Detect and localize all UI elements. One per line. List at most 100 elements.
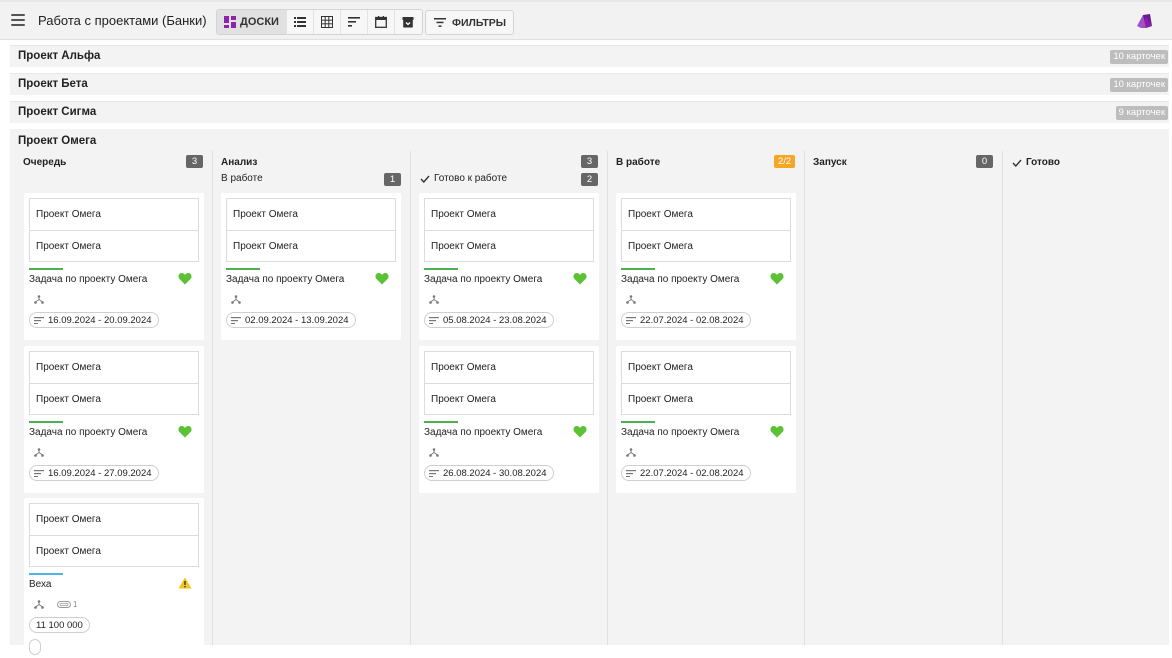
hierarchy-icon xyxy=(429,448,439,457)
green-heart-icon xyxy=(178,273,192,285)
column-queue: Очередь 3 Проект Омега Проект Омега Задач… xyxy=(10,151,213,658)
card-field: Проект Омега xyxy=(431,209,496,220)
hierarchy-icon xyxy=(626,448,636,457)
group-title: Проект Альфа xyxy=(18,50,101,62)
task-card[interactable]: Проект Омега Проект Омега Задача по проек… xyxy=(616,193,796,340)
task-card[interactable]: Проект Омега Проект Омега Задача по проек… xyxy=(221,193,401,340)
column-title: В работе xyxy=(616,157,661,168)
card-field: Проект Омега xyxy=(425,383,593,414)
card-field: Проект Омега xyxy=(36,209,101,220)
card-field: Проект Омега xyxy=(628,209,693,220)
progress-bar xyxy=(29,268,63,270)
list-view-button[interactable] xyxy=(287,10,314,34)
task-card[interactable]: Проект Омега Проект Омега Задача по проек… xyxy=(616,346,796,493)
task-card[interactable]: Проект Омега Проект Омега Задача по проек… xyxy=(24,346,204,493)
lines-icon xyxy=(231,316,241,324)
group-alpha[interactable]: Проект Альфа 10 карточек xyxy=(10,45,1169,67)
table-view-button[interactable] xyxy=(314,10,341,34)
task-card[interactable]: Проект Омега Проект Омега Задача по проек… xyxy=(419,346,599,493)
card-title: Задача по проекту Омега xyxy=(424,274,543,285)
card-field: Проект Омега xyxy=(36,362,101,373)
group-title: Проект Бета xyxy=(18,78,88,90)
card-title: Веха xyxy=(29,579,52,590)
column-count: 3 xyxy=(186,155,203,168)
lines-icon xyxy=(429,316,439,324)
table-icon xyxy=(320,16,333,28)
boards-label: ДОСКИ xyxy=(240,16,279,28)
calendar-view-button[interactable] xyxy=(368,10,395,34)
task-card[interactable]: Проект Омега Проект Омега Задача по проек… xyxy=(419,193,599,340)
date-range-chip[interactable]: 05.08.2024 - 23.08.2024 xyxy=(424,312,554,328)
green-heart-icon xyxy=(770,426,784,438)
lines-icon xyxy=(429,469,439,477)
date-range-chip[interactable]: 16.09.2024 - 27.09.2024 xyxy=(29,465,159,481)
card-field: Проект Омега xyxy=(36,514,101,525)
date-range-chip[interactable]: 02.09.2024 - 13.09.2024 xyxy=(226,312,356,328)
progress-bar xyxy=(424,268,458,270)
value-chip[interactable]: 11 100 000 xyxy=(29,617,90,633)
card-field: Проект Омега xyxy=(30,535,198,566)
green-heart-icon xyxy=(770,273,784,285)
green-heart-icon xyxy=(178,426,192,438)
group-sigma[interactable]: Проект Сигма 9 карточек xyxy=(10,101,1169,123)
column-done: Готово xyxy=(1003,151,1169,645)
attachments[interactable]: 1 xyxy=(57,600,77,609)
group-card-count: 10 карточек xyxy=(1110,78,1168,92)
app-logo xyxy=(1135,13,1153,34)
progress-bar xyxy=(621,268,655,270)
card-field: Проект Омега xyxy=(431,362,496,373)
column-wip-count: 2/2 xyxy=(774,155,796,168)
lines-icon xyxy=(626,316,636,324)
group-card-count: 9 карточек xyxy=(1115,106,1168,120)
column-title: Очередь xyxy=(23,157,67,168)
hierarchy-icon xyxy=(231,295,241,304)
progress-bar xyxy=(621,421,655,423)
subcolumn-ready: Готово к работе 2 3 Проект Омега Проект О… xyxy=(411,151,608,645)
archive-view-button[interactable] xyxy=(395,10,422,34)
calendar-icon xyxy=(375,16,387,28)
milestone-card[interactable]: Проект Омега Проект Омега Веха 1 11 100 0… xyxy=(24,498,204,658)
lines-icon xyxy=(626,469,636,477)
progress-bar xyxy=(424,421,458,423)
check-icon xyxy=(420,175,430,183)
filters-button[interactable]: ФИЛЬТРЫ xyxy=(425,10,514,35)
date-range-chip[interactable]: 16.09.2024 - 20.09.2024 xyxy=(29,312,159,328)
date-range-chip[interactable]: 22.07.2024 - 02.08.2024 xyxy=(621,465,751,481)
hierarchy-icon xyxy=(34,448,44,457)
filters-label: ФИЛЬТРЫ xyxy=(452,16,507,29)
filter-icon xyxy=(434,18,446,27)
date-range-chip[interactable]: 26.08.2024 - 30.08.2024 xyxy=(424,465,554,481)
group-beta[interactable]: Проект Бета 10 карточек xyxy=(10,73,1169,95)
card-title: Задача по проекту Омега xyxy=(226,274,345,285)
card-field: Проект Омега xyxy=(30,383,198,414)
group-omega[interactable]: Проект Омега xyxy=(10,129,1169,151)
card-field: Проект Омега xyxy=(425,230,593,261)
subcolumn-title: В работе xyxy=(221,173,263,184)
card-title: Задача по проекту Омега xyxy=(29,274,148,285)
group-title: Проект Омега xyxy=(18,135,97,147)
card-title: Задача по проекту Омега xyxy=(621,427,740,438)
hierarchy-icon xyxy=(34,295,44,304)
column-count: 2 xyxy=(581,173,598,186)
card-field: Проект Омега xyxy=(233,209,298,220)
card-field: Проект Омега xyxy=(622,383,790,414)
green-heart-icon xyxy=(375,273,389,285)
lines-icon xyxy=(34,316,44,324)
app-title: Работа с проектами (Банки) xyxy=(38,13,207,28)
column-in-progress: В работе 2/2 Проект Омега Проект Омега За… xyxy=(608,151,805,645)
task-card[interactable]: Проект Омега Проект Омега Задача по проек… xyxy=(24,193,204,340)
boards-view-button[interactable]: ДОСКИ xyxy=(217,10,287,34)
green-heart-icon xyxy=(573,426,587,438)
subcolumn-title: Готово к работе xyxy=(420,173,507,184)
archive-icon xyxy=(402,17,414,28)
hierarchy-icon xyxy=(429,295,439,304)
date-range-chip[interactable]: 22.07.2024 - 02.08.2024 xyxy=(621,312,751,328)
card-field: Проект Омега xyxy=(30,230,198,261)
date-range-chip[interactable] xyxy=(29,639,41,655)
view-switcher: ДОСКИ xyxy=(216,9,423,35)
progress-bar xyxy=(29,421,63,423)
menu-icon[interactable] xyxy=(11,14,25,26)
list-icon xyxy=(293,17,306,27)
column-title: Готово xyxy=(1012,157,1060,168)
sort-view-button[interactable] xyxy=(341,10,368,34)
